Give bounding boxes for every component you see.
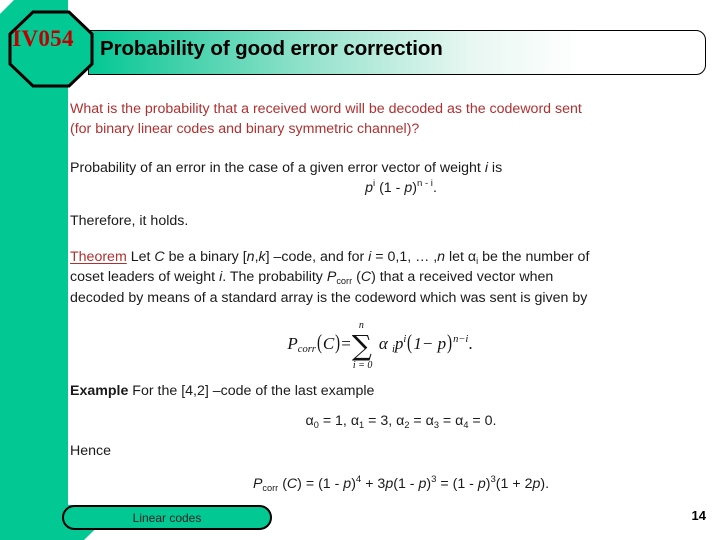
formula-paren-close: ) (335, 329, 341, 354)
therefore-line: Therefore, it holds. (70, 213, 189, 229)
formula-paren2-close: ) (447, 329, 453, 354)
example-keyword: Example (70, 383, 129, 399)
probability-statement-pre: Probability of an error in the case of a… (70, 160, 485, 176)
display-formula-expression: Pcorr(C)= n ∑ i = 0α ipi(1− p)n−i. (247, 320, 473, 371)
sum-lower-limit: i = 0 (352, 360, 373, 371)
intro-line-2: (for binary linear codes and binary symm… (70, 120, 420, 137)
formula-p-exp: i (403, 333, 407, 345)
page-number: 14 (691, 508, 706, 523)
summation-symbol: n ∑ i = 0 (351, 320, 378, 371)
example-block: Example For the [4,2] –code of the last … (70, 382, 702, 526)
example-alphas: α0 = 1, α1 = 3, α2 = α3 = α4 = 0. (305, 412, 497, 430)
sigma-icon: ∑ (351, 329, 372, 362)
theorem-line-1: Theorem Let C be a binary [n,k] –code, a… (70, 248, 590, 266)
formula-one-minus-p: 1− p (413, 333, 447, 353)
formula-alpha-sub: i (392, 343, 395, 355)
footer-label: Linear codes (132, 510, 202, 525)
formula-equals: = (341, 333, 351, 353)
probability-formula: pi (1 - p)n - i. (365, 177, 437, 196)
hence-line: Hence (70, 443, 112, 459)
formula-arg: C (322, 333, 335, 353)
formula-paren2-open: ( (407, 329, 413, 354)
formula-alpha: α (378, 333, 388, 353)
probability-statement-post: is (487, 160, 503, 176)
theorem-line-3: decoded by means of a standard array is … (70, 289, 588, 306)
display-formula: Pcorr(C)= n ∑ i = 0α ipi(1− p)n−i. (0, 320, 720, 371)
slide-canvas: IV054 Probability of good error correcti… (0, 0, 720, 540)
example-line: Example For the [4,2] –code of the last … (70, 382, 702, 402)
formula-paren-open: ( (316, 329, 322, 354)
theorem-line-2: coset leaders of weight i. The probabili… (70, 269, 554, 286)
example-text: For the [4,2] –code of the last example (128, 383, 375, 399)
theorem-keyword: Theorem (70, 248, 127, 265)
formula-period: . (468, 333, 473, 353)
formula-outer-exp: n−i (453, 333, 469, 345)
course-badge-label: IV054 (12, 26, 74, 51)
page-title: Probability of good error correction (100, 37, 443, 60)
result-formula: Pcorr (C) = (1 - p)4 + 3p(1 - p)3 = (1 -… (252, 473, 550, 493)
probability-statement: Probability of an error in the case of a… (70, 159, 702, 179)
formula-lhs: Pcorr (287, 333, 316, 355)
intro-line-1: What is the probability that a received … (70, 101, 582, 117)
slide-body: What is the probability that a received … (70, 100, 702, 308)
